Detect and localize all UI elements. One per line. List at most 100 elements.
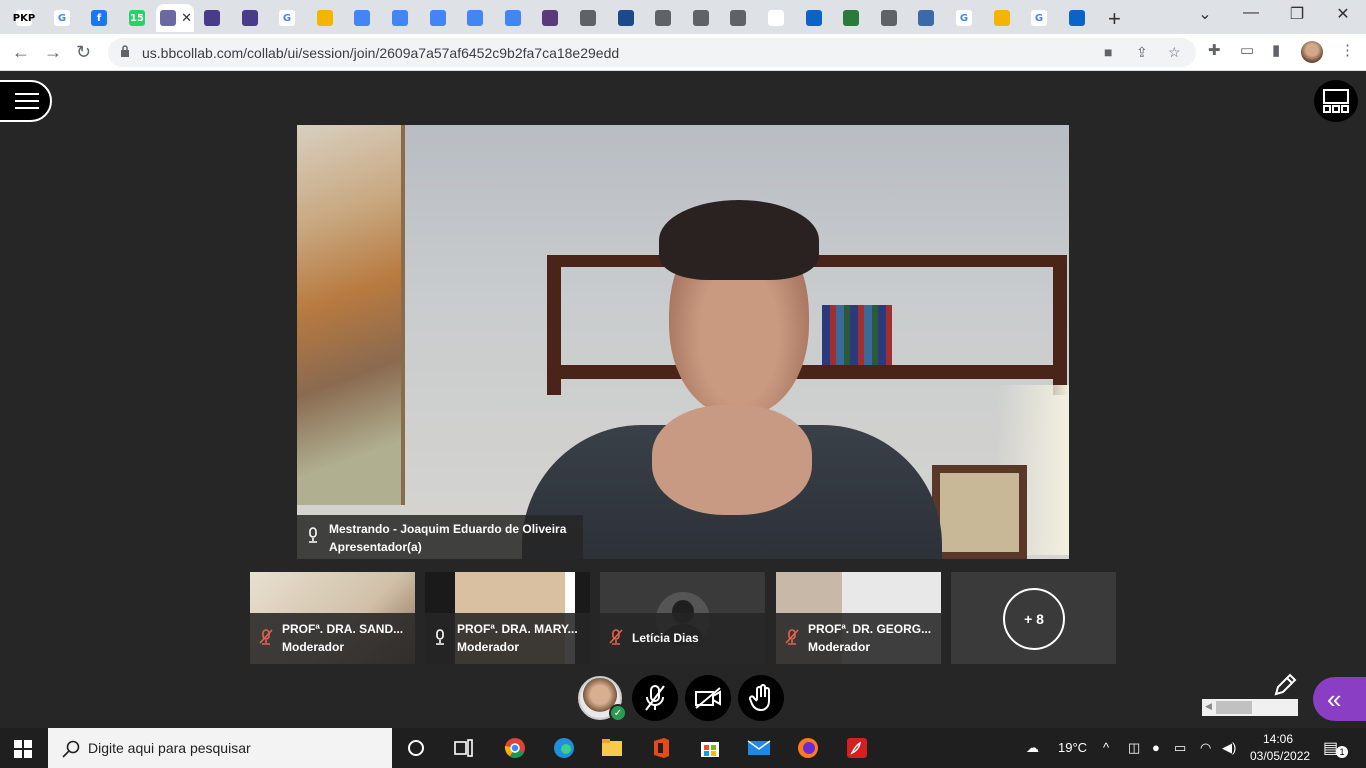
browser-tab[interactable] <box>532 4 568 32</box>
browser-tab[interactable]: G <box>269 4 305 32</box>
raise-hand-button[interactable] <box>738 675 784 721</box>
bookmark-star-icon[interactable]: ☆ <box>1168 44 1181 61</box>
browser-tab[interactable] <box>382 4 418 32</box>
cast-icon[interactable]: ▭ <box>1240 41 1254 59</box>
temperature-text[interactable]: 19°C <box>1058 740 1087 755</box>
mail-icon[interactable] <box>747 736 771 760</box>
address-bar-row: ← → ↻ us.bbcollab.com/collab/ui/session/… <box>0 34 1366 71</box>
mic-muted-icon <box>259 629 273 645</box>
browser-tab[interactable]: ✕ <box>156 4 194 32</box>
acrobat-icon[interactable] <box>845 736 869 760</box>
participant-label: PROFª. DRA. SAND... Moderador <box>250 613 415 664</box>
browser-tab[interactable]: G <box>44 4 80 32</box>
browser-tab[interactable] <box>720 4 756 32</box>
browser-tab[interactable] <box>683 4 719 32</box>
drive-icon <box>843 10 859 26</box>
camera-toggle-button[interactable] <box>685 675 731 721</box>
close-tab-icon[interactable]: ✕ <box>181 10 192 26</box>
presenter-hand <box>652 405 812 515</box>
more-participants-count[interactable]: + 8 <box>1003 588 1065 650</box>
store-icon[interactable] <box>698 736 722 760</box>
more-participants-tile[interactable]: + 8 <box>951 572 1116 664</box>
pencil-icon[interactable] <box>1272 672 1298 698</box>
participant-tile[interactable]: PROFª. DRA. SAND... Moderador <box>250 572 415 664</box>
profile-avatar[interactable] <box>1301 41 1323 63</box>
participant-label: PROFª. DR. GEORG... Moderador <box>776 613 941 664</box>
browser-tab[interactable] <box>796 4 832 32</box>
share-icon[interactable]: ⇪ <box>1136 44 1148 61</box>
participant-name: PROFª. DR. GEORG... <box>808 622 932 636</box>
taskbar-search[interactable]: Digite aqui para pesquisar <box>48 728 392 768</box>
microphone-toggle-button[interactable] <box>632 675 678 721</box>
meet-now-icon[interactable]: ◫ <box>1128 740 1140 756</box>
file-explorer-icon[interactable] <box>600 736 624 760</box>
show-hidden-icons-icon[interactable]: ^ <box>1103 740 1109 755</box>
participant-tile[interactable]: PROFª. DR. GEORG... Moderador <box>776 572 941 664</box>
browser-tab[interactable]: G <box>946 4 982 32</box>
chrome-icon[interactable] <box>503 736 527 760</box>
restore-button[interactable]: ❐ <box>1282 4 1312 24</box>
participant-tile[interactable]: Letícia Dias <box>600 572 765 664</box>
volume-icon[interactable]: ◀) <box>1222 740 1236 756</box>
scroll-left-icon[interactable]: ◀ <box>1205 701 1212 712</box>
browser-tab[interactable] <box>908 4 944 32</box>
task-view-icon[interactable] <box>452 736 476 760</box>
reload-icon[interactable]: ↻ <box>76 42 91 63</box>
participant-role: Moderador <box>808 640 871 654</box>
browser-tab[interactable] <box>457 4 493 32</box>
browser-tab[interactable] <box>232 4 268 32</box>
browser-tab[interactable] <box>307 4 343 32</box>
scrollbar-thumb[interactable] <box>1216 701 1252 714</box>
browser-tab[interactable] <box>833 4 869 32</box>
browser-tab[interactable] <box>420 4 456 32</box>
browser-tab[interactable]: 15 <box>119 4 155 32</box>
cortana-icon[interactable] <box>404 736 428 760</box>
browser-tab[interactable] <box>344 4 380 32</box>
office-icon[interactable] <box>649 736 673 760</box>
firefox-icon[interactable] <box>796 736 820 760</box>
weather-icon[interactable]: ☁ <box>1026 740 1039 756</box>
session-menu-button[interactable] <box>0 80 52 122</box>
layout-toggle-icon[interactable] <box>1314 80 1358 122</box>
browser-tab[interactable] <box>1059 4 1095 32</box>
windows-start-icon[interactable] <box>14 740 32 758</box>
horizontal-scrollbar[interactable]: ◀ <box>1202 699 1298 716</box>
new-tab-button[interactable]: + <box>1108 6 1121 32</box>
open-panel-button[interactable]: « <box>1313 677 1366 721</box>
wall-painting <box>297 125 405 505</box>
browser-tab[interactable] <box>758 4 794 32</box>
browser-tab[interactable] <box>194 4 230 32</box>
wifi-icon[interactable]: ◠ <box>1200 740 1211 756</box>
browser-tab[interactable]: G <box>1021 4 1057 32</box>
browser-tab[interactable]: f <box>81 4 117 32</box>
omnibox[interactable]: us.bbcollab.com/collab/ui/session/join/2… <box>108 38 1196 67</box>
browser-tab[interactable] <box>608 4 644 32</box>
back-icon[interactable]: ← <box>12 42 30 63</box>
browser-menu-icon[interactable]: ⋮ <box>1340 41 1355 59</box>
tab-search-icon[interactable]: ⌄ <box>1190 4 1220 24</box>
browser-tab[interactable] <box>984 4 1020 32</box>
close-window-button[interactable]: ✕ <box>1328 4 1358 24</box>
forward-icon[interactable]: → <box>44 42 62 63</box>
browser-tab[interactable] <box>570 4 606 32</box>
battery-icon[interactable]: ▭ <box>1174 740 1186 756</box>
browser-tab[interactable] <box>645 4 681 32</box>
camera-icon[interactable]: ■ <box>1104 44 1112 60</box>
browser-tab[interactable]: PKP <box>6 4 42 32</box>
presenter-name: Mestrando - Joaquim Eduardo de Oliveira <box>329 522 567 536</box>
presenter-role: Apresentador(a) <box>329 540 422 554</box>
participant-tile[interactable]: PROFª. DRA. MARY... Moderador <box>425 572 590 664</box>
mic-muted-icon <box>609 629 623 645</box>
minimize-button[interactable]: — <box>1236 4 1266 22</box>
browser-tab[interactable] <box>495 4 531 32</box>
side-panel-icon[interactable]: ▮ <box>1272 41 1280 59</box>
collab-icon <box>242 10 258 26</box>
browser-tab[interactable] <box>871 4 907 32</box>
google-icon: G <box>279 10 295 26</box>
camera-off-icon <box>695 687 721 709</box>
microphone-tray-icon[interactable]: ● <box>1152 740 1160 755</box>
url-text[interactable]: us.bbcollab.com/collab/ui/session/join/2… <box>142 45 619 61</box>
clock[interactable]: 14:06 03/05/2022 <box>1250 731 1310 765</box>
extensions-icon[interactable]: ✚ <box>1208 41 1221 59</box>
edge-icon[interactable] <box>552 736 576 760</box>
